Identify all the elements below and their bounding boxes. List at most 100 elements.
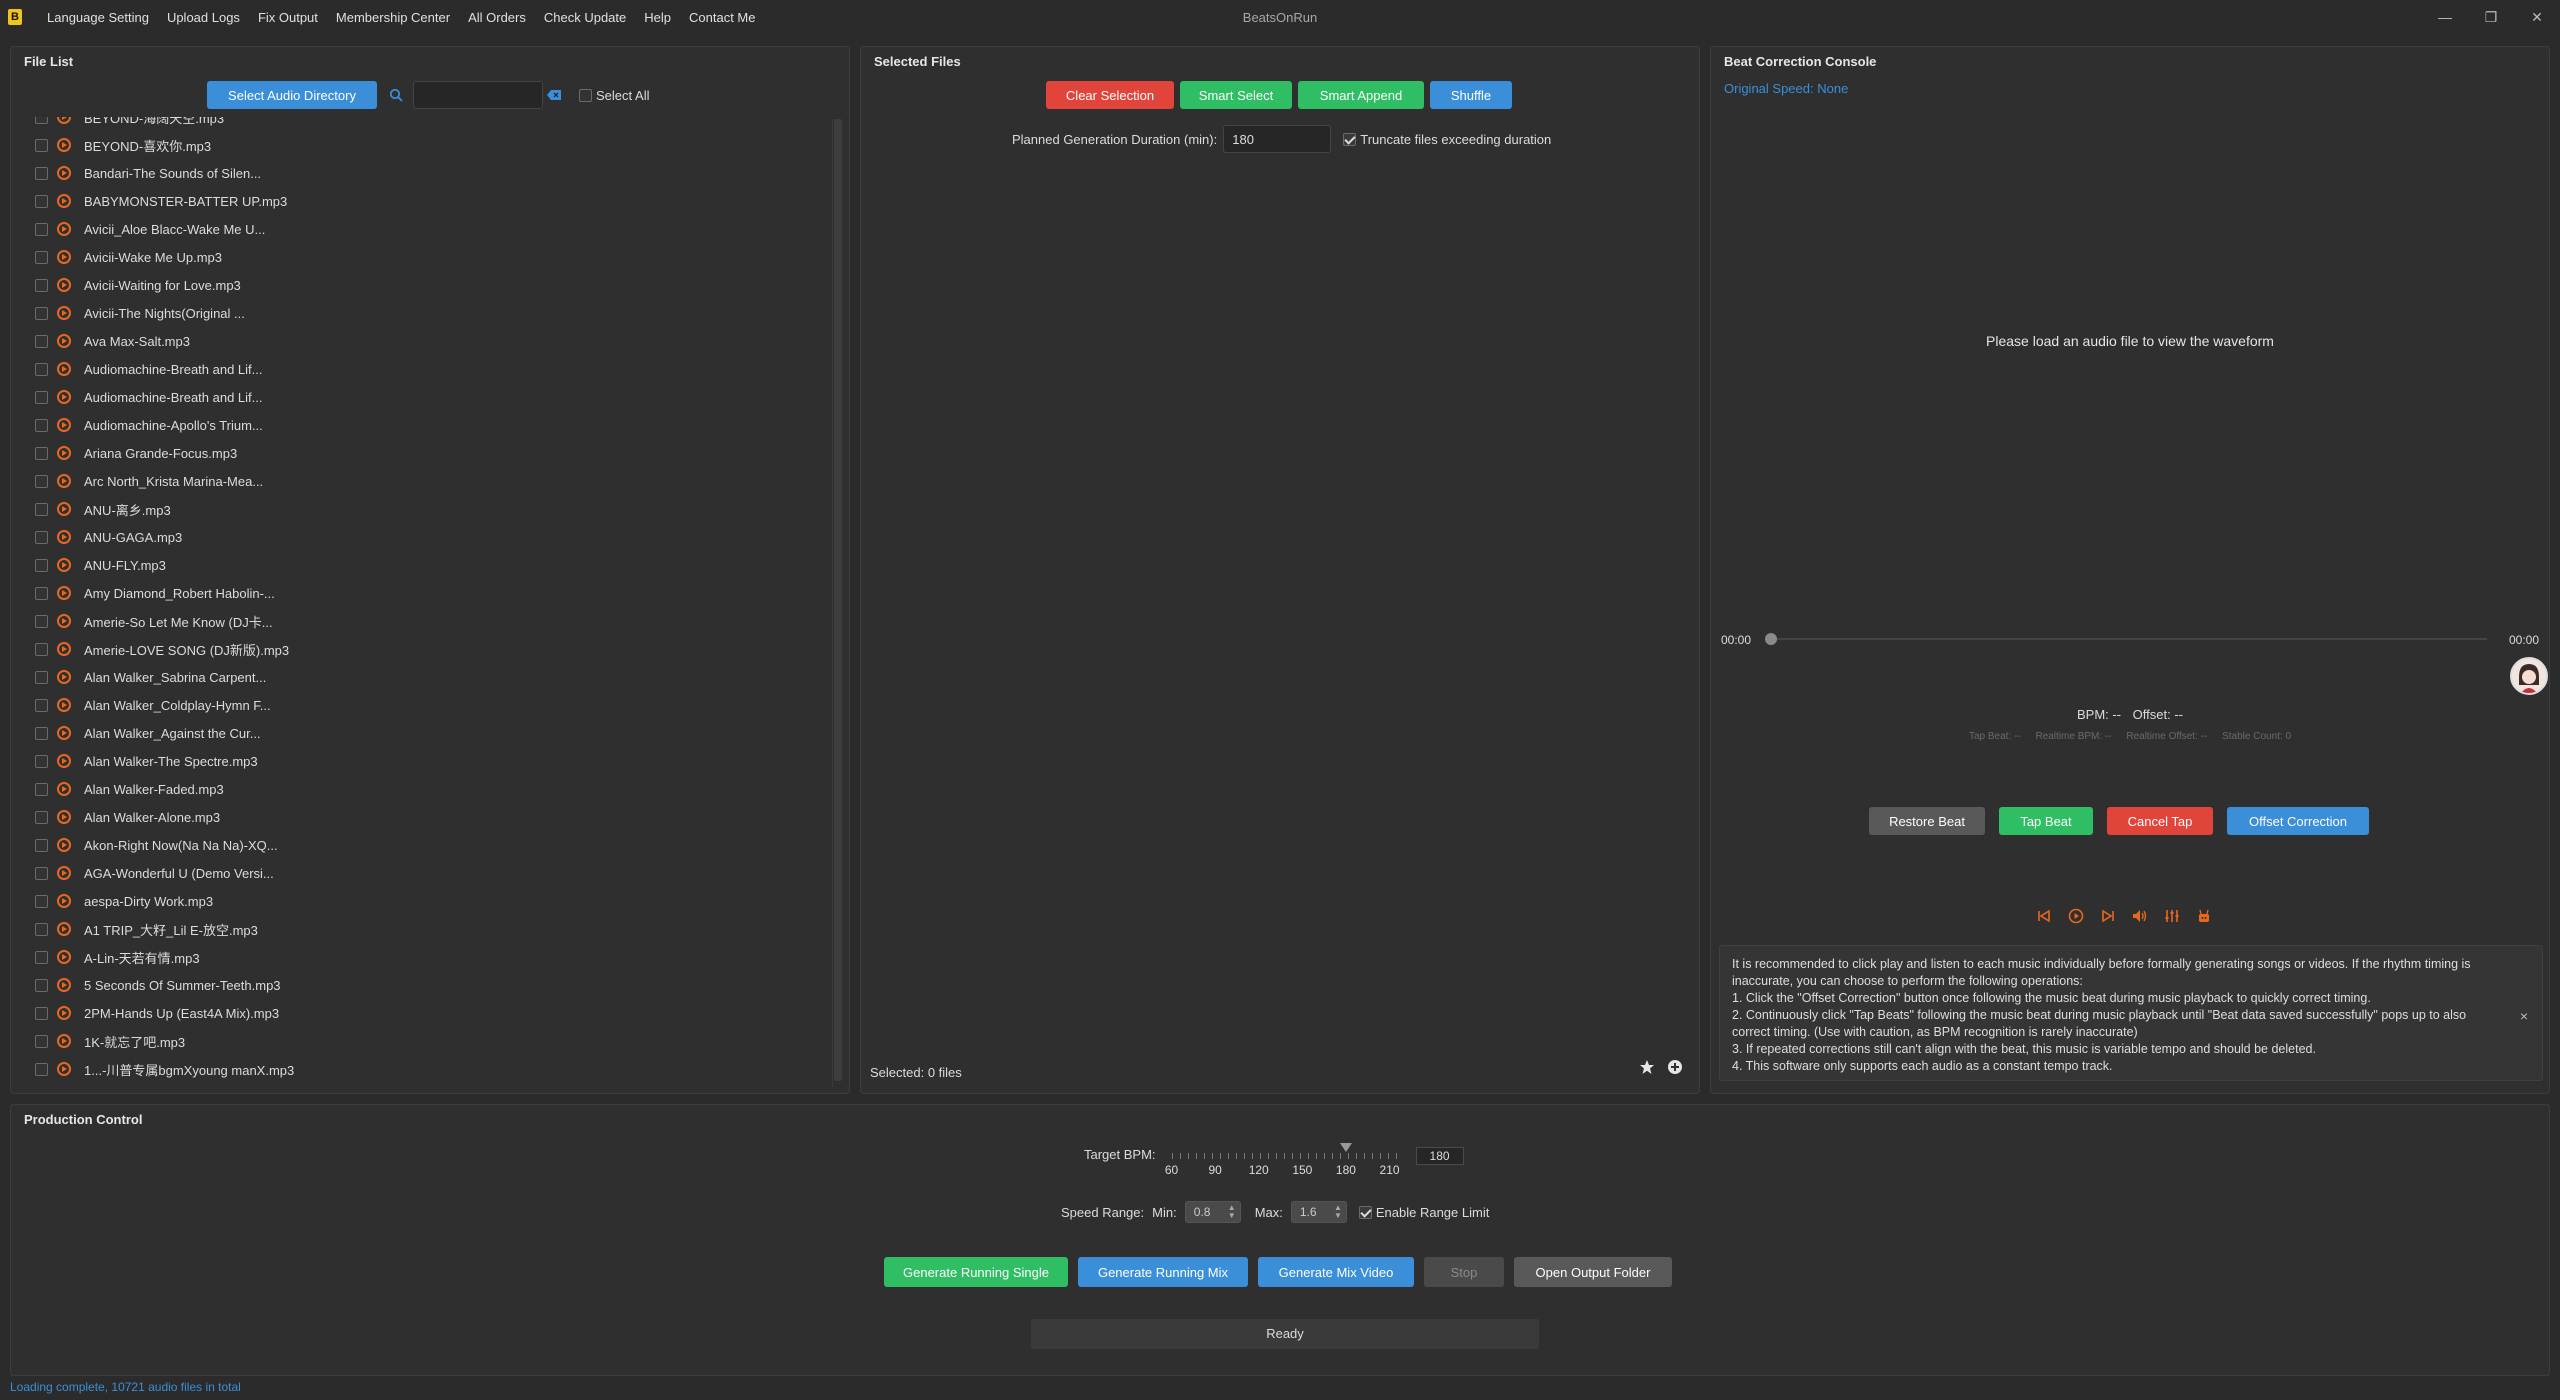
- menu-item-language-setting[interactable]: Language Setting: [38, 10, 158, 25]
- file-checkbox[interactable]: [35, 138, 48, 152]
- select-directory-button[interactable]: Select Audio Directory: [207, 81, 377, 109]
- play-icon[interactable]: [57, 558, 71, 572]
- play-icon[interactable]: [57, 838, 71, 852]
- file-checkbox[interactable]: [35, 922, 48, 936]
- file-row[interactable]: Avicii-The Nights(Original ...: [21, 299, 826, 327]
- play-icon[interactable]: [57, 614, 71, 628]
- file-checkbox[interactable]: [35, 166, 48, 180]
- avatar[interactable]: [2510, 657, 2548, 695]
- file-row[interactable]: Alan Walker_Coldplay-Hymn F...: [21, 691, 826, 719]
- file-row[interactable]: 1...-川普专属bgmXyoung manX.mp3: [21, 1055, 826, 1083]
- play-icon[interactable]: [57, 642, 71, 656]
- file-row[interactable]: Ava Max-Salt.mp3: [21, 327, 826, 355]
- add-icon[interactable]: [1667, 1059, 1683, 1078]
- generate-single-button[interactable]: Generate Running Single: [884, 1257, 1068, 1287]
- file-checkbox[interactable]: [35, 530, 48, 544]
- tap-beat-button[interactable]: Tap Beat: [1999, 807, 2093, 835]
- file-row[interactable]: 1K-就忘了吧.mp3: [21, 1027, 826, 1055]
- play-icon[interactable]: [57, 698, 71, 712]
- previous-icon[interactable]: [2035, 907, 2053, 925]
- file-checkbox[interactable]: [35, 838, 48, 852]
- play-icon[interactable]: [57, 978, 71, 992]
- range-limit-checkbox[interactable]: Enable Range Limit: [1355, 1205, 1489, 1220]
- playback-timeline[interactable]: [1765, 633, 2487, 645]
- select-all-box[interactable]: [579, 88, 592, 102]
- scrollbar-thumb[interactable]: [834, 119, 842, 1081]
- file-checkbox[interactable]: [35, 194, 48, 208]
- file-checkbox[interactable]: [35, 558, 48, 572]
- play-icon[interactable]: [57, 306, 71, 320]
- spin-arrows-icon[interactable]: ▲ ▼: [1334, 1204, 1342, 1220]
- cancel-tap-button[interactable]: Cancel Tap: [2107, 807, 2213, 835]
- menu-item-membership-center[interactable]: Membership Center: [327, 10, 459, 25]
- metronome-icon[interactable]: [2195, 907, 2213, 925]
- file-list-scrollbar[interactable]: [832, 119, 842, 1087]
- file-checkbox[interactable]: [35, 698, 48, 712]
- play-icon[interactable]: [57, 250, 71, 264]
- menu-item-check-update[interactable]: Check Update: [535, 10, 635, 25]
- search-input[interactable]: [413, 81, 543, 109]
- file-row[interactable]: ANU-FLY.mp3: [21, 551, 826, 579]
- file-row[interactable]: Alan Walker-The Spectre.mp3: [21, 747, 826, 775]
- file-checkbox[interactable]: [35, 1006, 48, 1020]
- play-icon[interactable]: [57, 502, 71, 516]
- file-checkbox[interactable]: [35, 418, 48, 432]
- close-button[interactable]: ✕: [2514, 0, 2560, 34]
- file-checkbox[interactable]: [35, 250, 48, 264]
- play-icon[interactable]: [57, 278, 71, 292]
- play-icon[interactable]: [57, 810, 71, 824]
- file-row[interactable]: Bandari-The Sounds of Silen...: [21, 159, 826, 187]
- play-icon[interactable]: [57, 117, 71, 124]
- file-checkbox[interactable]: [35, 474, 48, 488]
- menu-item-fix-output[interactable]: Fix Output: [249, 10, 327, 25]
- file-row[interactable]: ANU-离乡.mp3: [21, 495, 826, 523]
- file-checkbox[interactable]: [35, 390, 48, 404]
- play-icon[interactable]: [2067, 907, 2085, 925]
- clear-search-icon[interactable]: [547, 90, 565, 100]
- range-limit-box[interactable]: [1358, 1205, 1372, 1219]
- file-row[interactable]: BEYOND-海阔天空.mp3: [21, 117, 826, 131]
- file-row[interactable]: Avicii-Waiting for Love.mp3: [21, 271, 826, 299]
- file-checkbox[interactable]: [35, 950, 48, 964]
- file-row[interactable]: Arc North_Krista Marina-Mea...: [21, 467, 826, 495]
- file-row[interactable]: Alan Walker_Sabrina Carpent...: [21, 663, 826, 691]
- play-icon[interactable]: [57, 194, 71, 208]
- select-all-checkbox[interactable]: Select All: [575, 88, 649, 103]
- menu-item-upload-logs[interactable]: Upload Logs: [158, 10, 249, 25]
- play-icon[interactable]: [57, 950, 71, 964]
- file-checkbox[interactable]: [35, 334, 48, 348]
- file-checkbox[interactable]: [35, 1034, 48, 1048]
- menu-item-all-orders[interactable]: All Orders: [459, 10, 535, 25]
- file-checkbox[interactable]: [35, 894, 48, 908]
- play-icon[interactable]: [57, 418, 71, 432]
- file-checkbox[interactable]: [35, 278, 48, 292]
- duration-input[interactable]: 180: [1223, 125, 1332, 153]
- file-checkbox[interactable]: [35, 614, 48, 628]
- file-row[interactable]: Amerie-LOVE SONG (DJ新版).mp3: [21, 635, 826, 663]
- file-checkbox[interactable]: [35, 222, 48, 236]
- file-row[interactable]: aespa-Dirty Work.mp3: [21, 887, 826, 915]
- star-icon[interactable]: [1639, 1059, 1655, 1078]
- min-spinbox[interactable]: 0.8 ▲ ▼: [1184, 1201, 1241, 1223]
- file-checkbox[interactable]: [35, 782, 48, 796]
- file-row[interactable]: Akon-Right Now(Na Na Na)-XQ...: [21, 831, 826, 859]
- file-row[interactable]: 2PM-Hands Up (East4A Mix).mp3: [21, 999, 826, 1027]
- play-icon[interactable]: [57, 334, 71, 348]
- file-checkbox[interactable]: [35, 866, 48, 880]
- tips-close-icon[interactable]: ×: [2520, 1008, 2528, 1025]
- truncate-checkbox[interactable]: Truncate files exceeding duration: [1339, 132, 1551, 147]
- play-icon[interactable]: [57, 894, 71, 908]
- file-row[interactable]: Audiomachine-Breath and Lif...: [21, 383, 826, 411]
- play-icon[interactable]: [57, 586, 71, 600]
- play-icon[interactable]: [57, 474, 71, 488]
- search-icon[interactable]: [385, 88, 407, 102]
- file-checkbox[interactable]: [35, 362, 48, 376]
- file-checkbox[interactable]: [35, 754, 48, 768]
- file-checkbox[interactable]: [35, 446, 48, 460]
- file-row[interactable]: Amy Diamond_Robert Habolin-...: [21, 579, 826, 607]
- next-icon[interactable]: [2099, 907, 2117, 925]
- stop-button[interactable]: Stop: [1424, 1257, 1504, 1287]
- file-checkbox[interactable]: [35, 1062, 48, 1076]
- shuffle-button[interactable]: Shuffle: [1430, 81, 1512, 109]
- file-row[interactable]: Ariana Grande-Focus.mp3: [21, 439, 826, 467]
